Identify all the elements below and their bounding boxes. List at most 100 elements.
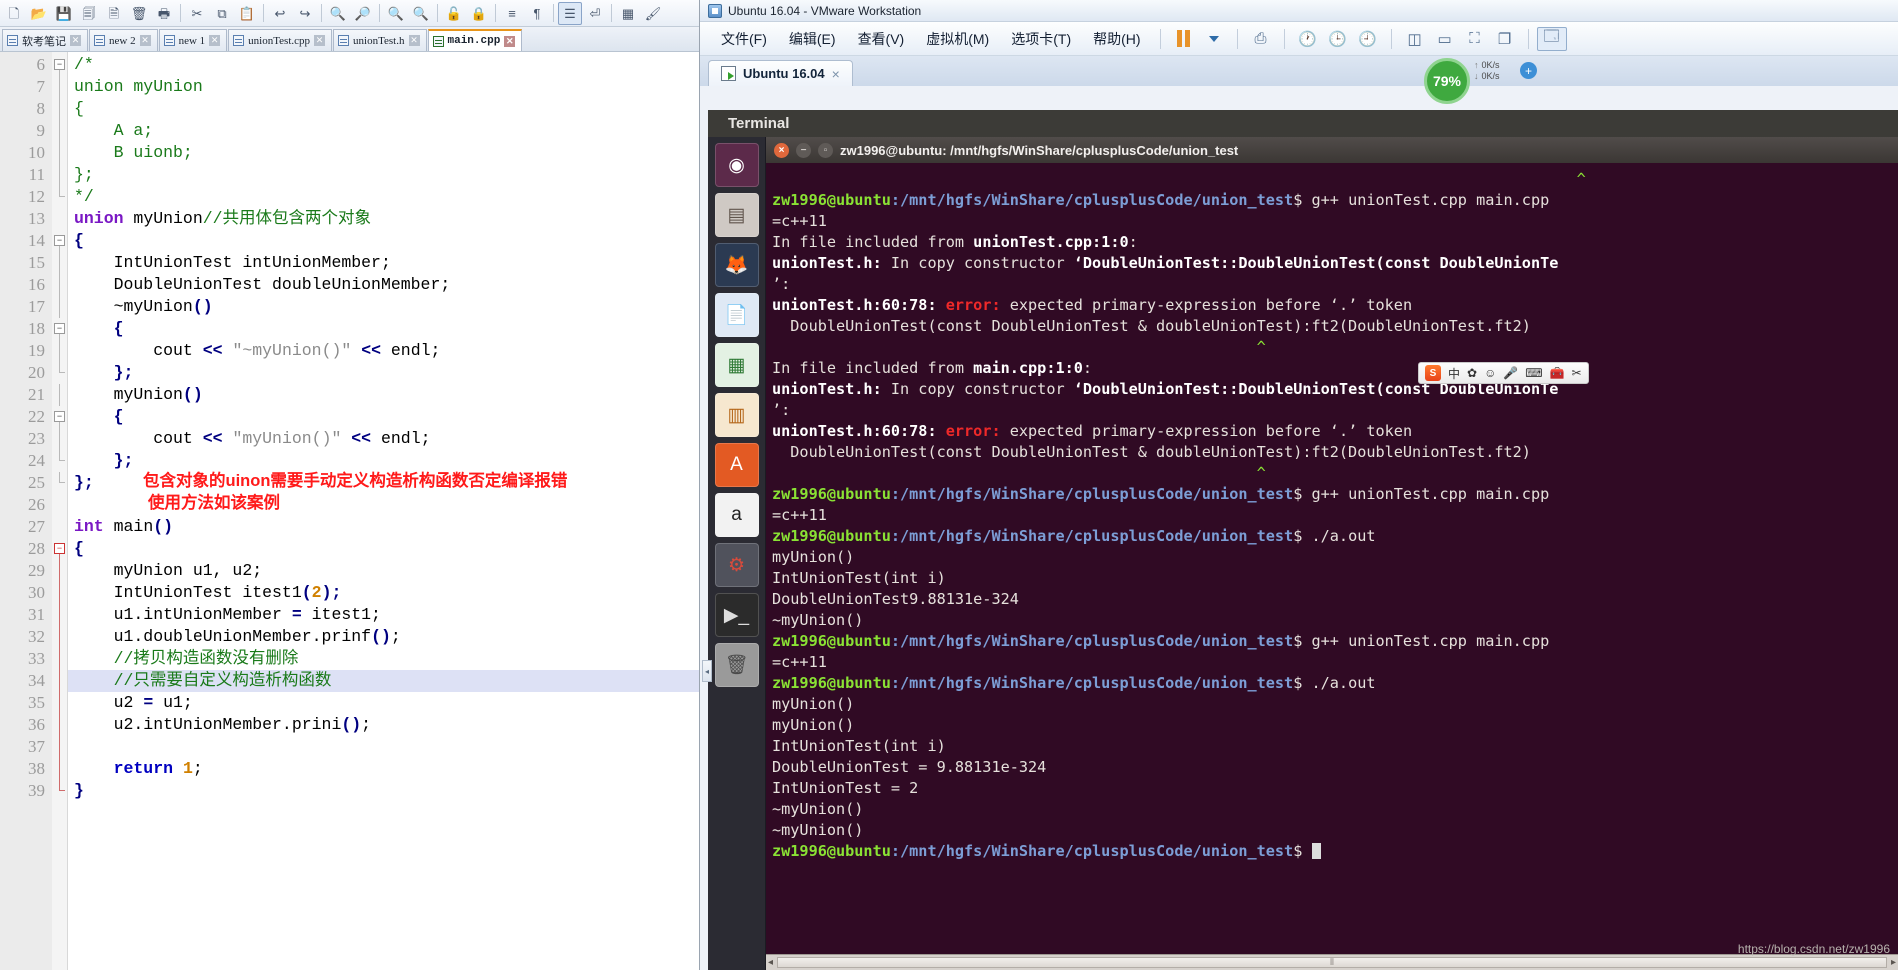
code-text[interactable]: /* union myUnion { A a; B uionb;}; */ union … [68, 52, 699, 970]
code-line[interactable]: DoubleUnionTest doubleUnionMember; [68, 274, 699, 296]
terminal-output[interactable]: ^ zw1996@ubuntu:/mnt/hgfs/WinShare/cplusp… [766, 163, 1898, 954]
sogou-ime-toolbar[interactable]: S 中 ✿ ☺ 🎤 ⌨ 🧰 ✂ [1418, 362, 1589, 384]
code-line[interactable]: //拷贝构造函数没有删除 [68, 648, 699, 670]
code-line[interactable]: IntUnionTest itest1(2); [68, 582, 699, 604]
vmware-menu-v[interactable]: 查看(V) [847, 26, 916, 52]
fold-marker[interactable] [52, 384, 67, 406]
zoom-out-icon[interactable]: 🔍 [409, 2, 433, 25]
scroll-right-arrow[interactable]: ▸ [1891, 957, 1896, 968]
code-line[interactable]: A a; [68, 120, 699, 142]
libreoffice-writer-icon[interactable]: 📄 [714, 293, 759, 337]
code-line[interactable]: }; [68, 362, 699, 384]
code-line[interactable]: union myUnion [68, 76, 699, 98]
code-line[interactable]: u2.intUnionMember.prini(); [68, 714, 699, 736]
fold-collapse-icon[interactable]: − [54, 323, 65, 334]
code-line[interactable]: //只需要自定义构造析构函数 [68, 670, 699, 692]
fold-marker[interactable] [52, 714, 67, 736]
close-icon[interactable]: ✕ [209, 35, 221, 46]
code-line[interactable]: myUnion u1, u2; [68, 560, 699, 582]
vmware-menu-h[interactable]: 帮助(H) [1082, 26, 1151, 52]
manage-snapshots-icon[interactable]: 🕘 [1353, 27, 1383, 51]
unlock-icon[interactable]: 🔓 [442, 2, 466, 25]
code-line[interactable]: union myUnion//共用体包含两个对象 [68, 208, 699, 230]
code-line[interactable]: { [68, 538, 699, 560]
fold-marker[interactable] [52, 296, 67, 318]
fold-marker[interactable] [52, 450, 67, 472]
terminal-window[interactable]: × − ▫ zw1996@ubuntu: /mnt/hgfs/WinShare/… [766, 137, 1898, 970]
fold-marker[interactable]: − [52, 318, 67, 340]
ubuntu-guest-screen[interactable]: Terminal ◉ ▤ 🦊 📄 ▦ ▥ Aa ⚙ ▶_ 🗑 × − ▫ zw1996@ubunt… [708, 110, 1898, 970]
save-all-icon[interactable]: 🗐 [77, 2, 101, 25]
console-view-icon[interactable]: 🗔 [1536, 26, 1567, 51]
panel-collapse-handle[interactable]: ◂ [702, 660, 712, 682]
editor-tab-3[interactable]: unionTest.cpp ✕ [228, 29, 333, 51]
code-line[interactable]: B uionb; [68, 142, 699, 164]
fold-marker[interactable]: − [52, 538, 67, 560]
fold-marker[interactable] [52, 362, 67, 384]
code-line[interactable]: { [68, 406, 699, 428]
close-icon[interactable]: × [774, 142, 789, 158]
show-library-icon[interactable]: ◫ [1400, 27, 1430, 51]
print-icon[interactable]: 🖶 [152, 2, 176, 25]
amazon-icon[interactable]: a [714, 493, 759, 537]
fold-marker[interactable] [52, 120, 67, 142]
maximize-icon[interactable]: ▫ [818, 142, 833, 158]
paragraph-icon[interactable]: ¶ [525, 2, 549, 25]
code-line[interactable]: IntUnionTest intUnionMember; [68, 252, 699, 274]
code-line[interactable]: cout << "myUnion()" << endl; [68, 428, 699, 450]
vmware-menu-e[interactable]: 编辑(E) [778, 26, 847, 52]
close-icon[interactable]: ✕ [139, 35, 151, 46]
editor-tab-4[interactable]: unionTest.h ✕ [333, 29, 427, 51]
ubuntu-software-icon[interactable]: A [714, 443, 759, 487]
macro-icon[interactable]: ▦ [616, 2, 640, 25]
open-folder-icon[interactable]: 📂 [27, 2, 51, 25]
fold-marker[interactable] [52, 626, 67, 648]
code-line[interactable]: ~myUnion() [68, 296, 699, 318]
save-as-icon[interactable]: 🗎 [102, 2, 126, 25]
code-line[interactable]: { [68, 230, 699, 252]
fold-marker[interactable] [52, 340, 67, 362]
code-line[interactable]: }; [68, 164, 699, 186]
lock-icon[interactable]: 🔒 [467, 2, 491, 25]
cut-icon[interactable]: ✂ [185, 2, 209, 25]
fullscreen-icon[interactable]: ⛶ [1460, 27, 1490, 51]
editor-tab-5[interactable]: main.cpp ✕ [427, 29, 523, 51]
files-nautilus-icon[interactable]: ▤ [714, 193, 759, 237]
find-icon[interactable]: 🔍 [326, 2, 350, 25]
fold-collapse-icon[interactable]: − [54, 59, 65, 70]
ime-button-0[interactable]: 中 [1448, 365, 1460, 382]
new-file-icon[interactable]: 🗋 [2, 2, 26, 25]
fold-collapse-icon[interactable]: − [54, 543, 65, 554]
trash-icon[interactable]: 🗑 [714, 643, 759, 687]
all-chars-icon[interactable]: ☰ [558, 1, 582, 25]
paste-icon[interactable]: 📋 [235, 2, 259, 25]
ime-button-6[interactable]: ✂ [1572, 366, 1582, 380]
close-icon[interactable]: ✕ [504, 35, 516, 47]
fold-marker[interactable] [52, 252, 67, 274]
fold-marker[interactable] [52, 186, 67, 208]
fold-marker[interactable] [52, 692, 67, 714]
code-line[interactable]: cout << "~myUnion()" << endl; [68, 340, 699, 362]
indent-icon[interactable]: ≡ [500, 2, 524, 25]
fold-marker[interactable] [52, 560, 67, 582]
zoom-in-icon[interactable]: 🔍 [384, 2, 408, 25]
fold-collapse-icon[interactable]: − [54, 235, 65, 246]
libreoffice-impress-icon[interactable]: ▥ [714, 393, 759, 437]
pause-button[interactable] [1169, 27, 1199, 51]
sogou-logo-icon[interactable]: S [1425, 365, 1441, 381]
code-line[interactable]: /* [68, 54, 699, 76]
libreoffice-calc-icon[interactable]: ▦ [714, 343, 759, 387]
editor-tab-0[interactable]: 软考笔记 ✕ [2, 29, 88, 51]
dropdown-arrow-icon[interactable] [1199, 27, 1229, 51]
fold-marker[interactable] [52, 670, 67, 692]
fold-collapse-icon[interactable]: − [54, 411, 65, 422]
fold-marker[interactable]: − [52, 230, 67, 252]
fold-marker[interactable] [52, 604, 67, 626]
network-expand-button[interactable]: + [1520, 62, 1537, 79]
scroll-left-arrow[interactable]: ◂ [768, 957, 773, 968]
close-file-icon[interactable]: 🗑 [127, 2, 151, 25]
fold-marker[interactable] [52, 76, 67, 98]
vm-tab-ubuntu[interactable]: Ubuntu 16.04 × [708, 60, 853, 86]
system-settings-icon[interactable]: ⚙ [714, 543, 759, 587]
ime-button-5[interactable]: 🧰 [1550, 366, 1565, 380]
